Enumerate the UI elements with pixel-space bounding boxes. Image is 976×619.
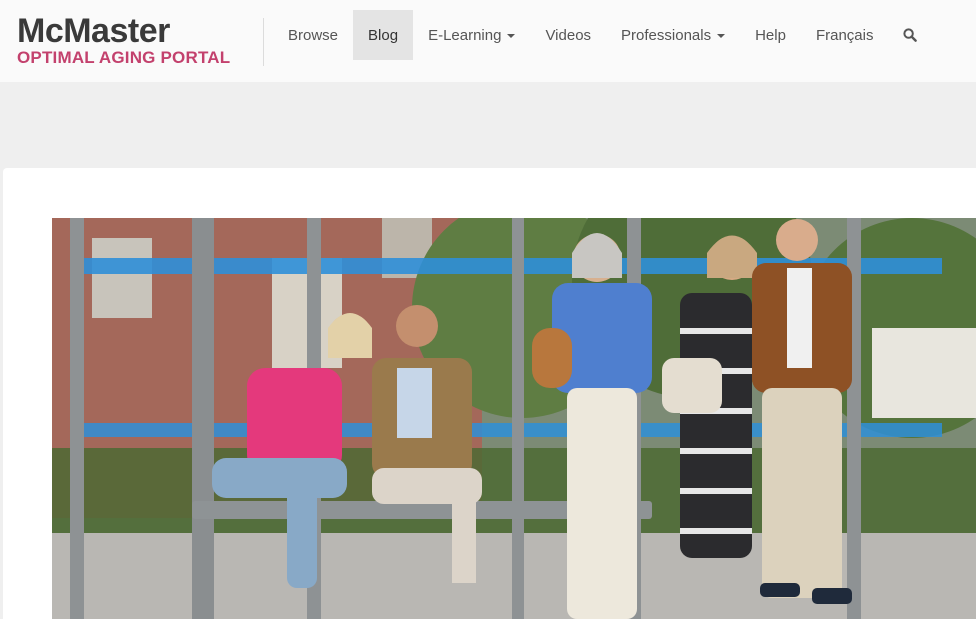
caret-down-icon [507, 34, 516, 38]
hero-photo [52, 218, 976, 619]
site-header: McMaster OPTIMAL AGING PORTAL Browse Blo… [0, 0, 976, 82]
nav-item-label: Professionals [621, 26, 712, 44]
nav-item-francais[interactable]: Français [801, 10, 889, 60]
nav-item-label: Français [815, 26, 874, 44]
nav-item-e-learning[interactable]: E-Learning [413, 10, 530, 60]
caret-down-icon [717, 34, 726, 38]
hero-image [52, 218, 976, 619]
nav-item-label: E-Learning [428, 26, 502, 44]
logo-subtitle: OPTIMAL AGING PORTAL [17, 48, 231, 67]
nav-item-label: Browse [288, 26, 339, 44]
nav-item-label: Help [755, 26, 786, 44]
main-nav: Browse Blog E-Learning Videos Profession… [273, 10, 932, 60]
page-banner [0, 82, 976, 168]
nav-item-help[interactable]: Help [740, 10, 801, 60]
search-icon [903, 28, 918, 42]
nav-item-label: Blog [368, 26, 399, 44]
nav-item-blog[interactable]: Blog [353, 10, 414, 60]
nav-item-professionals[interactable]: Professionals [606, 10, 740, 60]
search-button[interactable] [888, 10, 932, 60]
site-logo[interactable]: McMaster OPTIMAL AGING PORTAL [17, 13, 230, 68]
logo-title: McMaster [17, 12, 170, 50]
nav-divider [263, 18, 264, 66]
nav-item-label: Videos [545, 26, 592, 44]
nav-item-browse[interactable]: Browse [273, 10, 353, 60]
nav-item-videos[interactable]: Videos [530, 10, 606, 60]
